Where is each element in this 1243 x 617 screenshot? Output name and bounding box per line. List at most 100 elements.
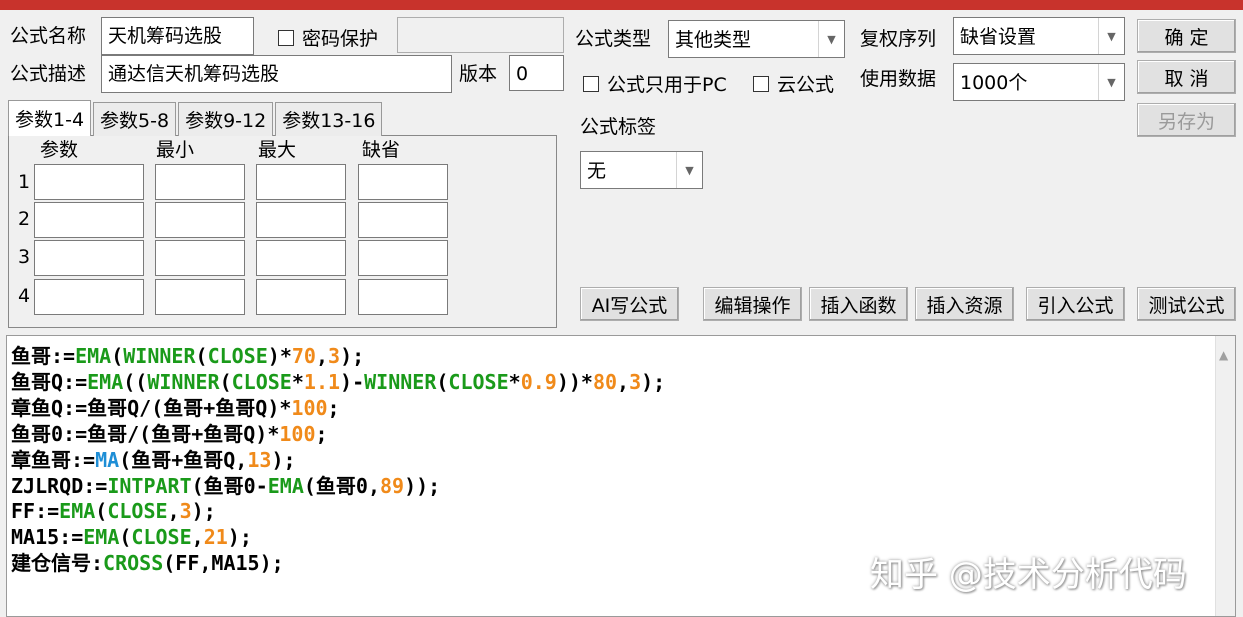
- param-3-default-input[interactable]: [358, 240, 448, 276]
- param-row-number: 1: [18, 171, 31, 193]
- param-2-name-input[interactable]: [34, 202, 144, 238]
- vertical-scrollbar[interactable]: ▲: [1215, 336, 1235, 616]
- code-token: );: [641, 369, 666, 394]
- code-line[interactable]: MA15:=EMA(CLOSE,21);: [11, 525, 665, 551]
- code-token: (FF,MA15);: [163, 551, 284, 576]
- insert-resource-button[interactable]: 插入资源: [915, 287, 1014, 321]
- use-data-label: 使用数据: [860, 68, 937, 90]
- param-4-default-input[interactable]: [358, 279, 448, 315]
- code-line[interactable]: 章鱼Q:=鱼哥Q/(鱼哥+鱼哥Q)*100;: [11, 396, 665, 422]
- code-token: (: [111, 344, 124, 368]
- checkbox-icon: [278, 29, 294, 46]
- param-2-min-input[interactable]: [155, 202, 245, 238]
- code-token: );: [191, 499, 216, 524]
- param-header-name: 参数: [40, 139, 79, 161]
- test-formula-button[interactable]: 测试公式: [1137, 287, 1236, 321]
- code-token: CLOSE: [448, 369, 509, 394]
- code-token: (: [119, 525, 132, 550]
- use-data-select[interactable]: 1000个 ▼: [953, 63, 1125, 101]
- param-3-min-input[interactable]: [155, 240, 245, 276]
- code-token: FF:=: [11, 499, 60, 524]
- param-1-name-input[interactable]: [34, 164, 144, 200]
- code-line[interactable]: 章鱼哥:=MA(鱼哥+鱼哥Q,13);: [11, 448, 665, 474]
- version-label: 版本: [459, 63, 498, 85]
- code-line[interactable]: FF:=EMA(CLOSE,3);: [11, 499, 665, 525]
- ai-write-formula-button[interactable]: AI写公式: [580, 287, 679, 321]
- code-token: 1.1: [303, 369, 341, 394]
- password-input: [397, 17, 564, 53]
- tab-params-9-12[interactable]: 参数9-12: [178, 102, 274, 136]
- chevron-down-icon: ▼: [818, 21, 844, 57]
- code-token: 100: [291, 395, 328, 420]
- param-4-name-input[interactable]: [34, 279, 144, 315]
- formula-tag-select[interactable]: 无 ▼: [580, 151, 703, 189]
- insert-function-button[interactable]: 插入函数: [809, 287, 908, 321]
- code-line[interactable]: 鱼哥:=EMA(WINNER(CLOSE)*70,3);: [11, 344, 665, 370]
- code-token: 3: [328, 344, 341, 368]
- formula-desc-input[interactable]: 通达信天机筹码选股: [101, 55, 452, 93]
- tab-params-5-8[interactable]: 参数5-8: [93, 102, 177, 136]
- code-token: ));: [404, 473, 441, 498]
- formula-type-value: 其他类型: [675, 29, 752, 51]
- code-token: (鱼哥0,: [303, 473, 380, 498]
- param-4-min-input[interactable]: [155, 279, 245, 315]
- code-token: ,: [315, 344, 329, 368]
- param-row-number: 3: [18, 246, 31, 268]
- checkbox-icon: [753, 75, 769, 92]
- ok-button[interactable]: 确 定: [1137, 19, 1236, 53]
- code-token: ,: [617, 369, 630, 394]
- code-token: 80: [592, 369, 618, 394]
- code-token: CLOSE: [131, 525, 192, 550]
- import-formula-button[interactable]: 引入公式: [1026, 287, 1125, 321]
- formula-name-input[interactable]: 天机筹码选股: [101, 17, 254, 55]
- code-token: 70: [291, 344, 316, 368]
- version-input[interactable]: 0: [509, 55, 564, 91]
- code-token: 3: [629, 369, 642, 394]
- code-token: 鱼哥:=: [11, 344, 76, 368]
- password-protect-checkbox[interactable]: 密码保护: [278, 24, 378, 51]
- checkbox-icon: [583, 75, 599, 92]
- param-1-default-input[interactable]: [358, 164, 448, 200]
- code-token: CLOSE: [207, 344, 268, 368]
- param-1-max-input[interactable]: [256, 164, 346, 200]
- code-token: 建仓信号:: [11, 551, 104, 576]
- code-line[interactable]: 鱼哥0:=鱼哥/(鱼哥+鱼哥Q)*100;: [11, 422, 665, 448]
- code-token: 章鱼哥:=: [11, 447, 96, 472]
- param-1-min-input[interactable]: [155, 164, 245, 200]
- code-token: WINNER: [147, 369, 220, 394]
- code-line[interactable]: 建仓信号:CROSS(FF,MA15);: [11, 551, 665, 577]
- formula-tag-value: 无: [587, 160, 607, 182]
- code-token: WINNER: [364, 369, 437, 394]
- param-2-default-input[interactable]: [358, 202, 448, 238]
- restore-seq-select[interactable]: 缺省设置 ▼: [953, 17, 1125, 55]
- code-line[interactable]: 鱼哥Q:=EMA((WINNER(CLOSE*1.1)-WINNER(CLOSE…: [11, 370, 665, 396]
- cancel-button[interactable]: 取 消: [1137, 60, 1236, 94]
- code-token: EMA: [75, 344, 112, 368]
- code-token: ;: [327, 395, 340, 420]
- edit-ops-button[interactable]: 编辑操作: [703, 287, 802, 321]
- scroll-up-icon[interactable]: ▲: [1219, 348, 1228, 362]
- save-as-button[interactable]: 另存为: [1137, 103, 1236, 137]
- param-2-max-input[interactable]: [256, 202, 346, 238]
- code-token: EMA: [87, 369, 124, 394]
- param-3-name-input[interactable]: [34, 240, 144, 276]
- param-3-max-input[interactable]: [256, 240, 346, 276]
- param-header-min: 最小: [156, 139, 195, 161]
- pc-only-checkbox[interactable]: 公式只用于PC: [583, 70, 727, 97]
- param-4-max-input[interactable]: [256, 279, 346, 315]
- code-token: (: [436, 369, 449, 394]
- tab-params-1-4[interactable]: 参数1-4: [8, 100, 92, 136]
- code-token: *: [508, 369, 521, 394]
- cloud-formula-checkbox[interactable]: 云公式: [753, 70, 834, 97]
- code-token: (: [195, 344, 208, 368]
- formula-type-select[interactable]: 其他类型 ▼: [668, 20, 845, 58]
- code-token: (鱼哥+鱼哥Q,: [119, 447, 248, 472]
- code-token: INTPART: [107, 473, 192, 498]
- code-token: ;: [315, 421, 328, 446]
- code-token: ))*: [556, 369, 593, 394]
- formula-code[interactable]: 鱼哥:=EMA(WINNER(CLOSE)*70,3); 鱼哥Q:=EMA((WI…: [11, 344, 665, 577]
- code-token: EMA: [59, 499, 96, 524]
- chevron-down-icon: ▼: [1098, 64, 1124, 100]
- code-line[interactable]: ZJLRQD:=INTPART(鱼哥0-EMA(鱼哥0,89));: [11, 474, 665, 500]
- tab-params-13-16[interactable]: 参数13-16: [275, 102, 383, 136]
